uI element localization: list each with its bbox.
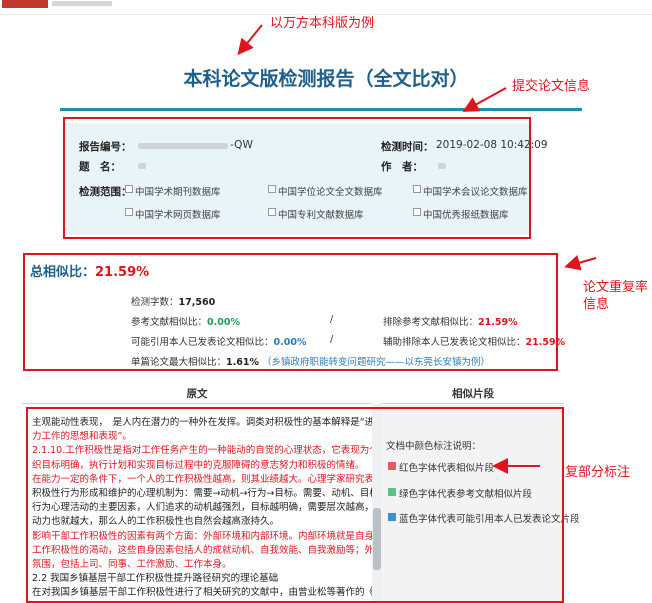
arrow-example-note [237,24,263,56]
arrow-dup-rate [564,255,597,271]
annotation-arrows [237,24,597,474]
arrow-submit-info [462,87,507,112]
